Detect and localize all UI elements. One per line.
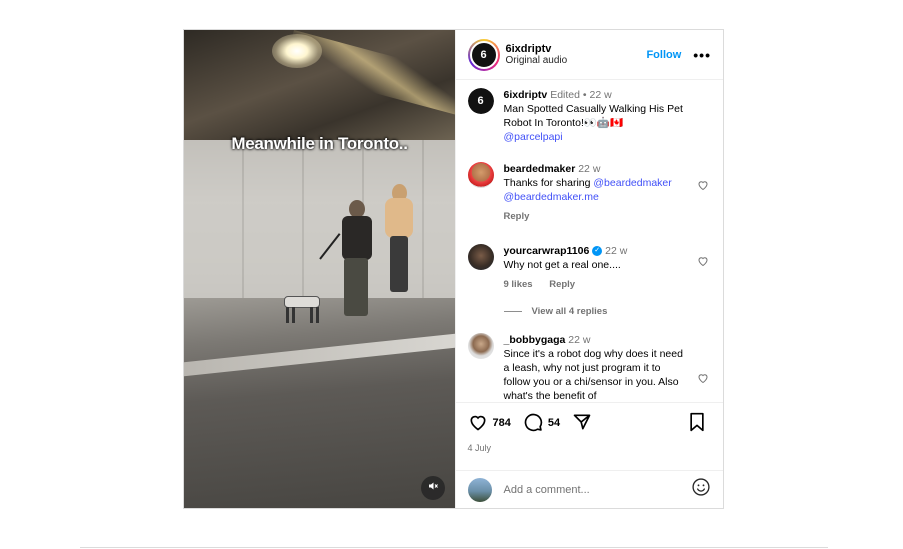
comment-text: Why not get a real one.... xyxy=(503,259,621,271)
video-caption: Meanwhile in Toronto.. xyxy=(231,134,408,153)
comment-text: Since it's a robot dog why does it need … xyxy=(503,348,683,402)
like-comment-heart-icon[interactable] xyxy=(697,178,709,196)
comment-username[interactable]: beardedmaker xyxy=(504,163,576,175)
comment-item: beardedmaker 22 w Thanks for sharing @be… xyxy=(467,162,724,224)
mute-button[interactable] xyxy=(421,476,445,500)
current-user-avatar xyxy=(467,477,492,502)
original-audio-link[interactable]: Original audio xyxy=(506,55,647,67)
save-button[interactable] xyxy=(688,412,711,435)
comments-list[interactable]: 6 6ixdriptv Edited • 22 w Man Spotted Ca… xyxy=(456,80,724,402)
comment-likes-count[interactable]: 9 likes xyxy=(504,279,533,290)
post-video[interactable]: Meanwhile in Toronto.. xyxy=(184,30,455,508)
bookmark-icon xyxy=(688,412,711,435)
verified-badge-icon: ✓ xyxy=(592,246,603,257)
share-button[interactable] xyxy=(572,412,597,435)
comment-username[interactable]: _bobbygaga xyxy=(504,334,566,346)
comment-button[interactable]: 54 xyxy=(523,412,560,435)
add-comment-input[interactable]: Add a comment... xyxy=(504,484,691,496)
like-button[interactable]: 784 xyxy=(468,412,511,435)
page-divider xyxy=(80,547,828,548)
emoji-icon[interactable] xyxy=(691,477,711,502)
author-logo-icon: 6 xyxy=(469,40,498,69)
comment-mention-link[interactable]: @beardedmaker.me xyxy=(504,191,599,203)
video-road xyxy=(184,298,455,508)
caption-separator: • xyxy=(582,89,587,101)
reply-button[interactable]: Reply xyxy=(549,279,575,290)
post-sidebar: 6 6ixdriptv Original audio Follow ••• 6 … xyxy=(454,30,724,508)
comment-text: Thanks for sharing xyxy=(503,177,594,189)
post-date[interactable]: 4 July xyxy=(468,443,711,453)
add-comment-bar: Add a comment... xyxy=(455,470,723,508)
follow-button[interactable]: Follow xyxy=(646,49,681,61)
caption-mention-link[interactable]: @parcelpapi xyxy=(504,131,563,143)
view-replies-label: View all 4 replies xyxy=(531,306,608,317)
author-info: 6ixdriptv Original audio xyxy=(506,43,647,67)
comment-username[interactable]: yourcarwrap1106 xyxy=(504,245,590,257)
author-username[interactable]: 6ixdriptv xyxy=(506,43,647,55)
post-header: 6 6ixdriptv Original audio Follow ••• xyxy=(455,30,723,80)
like-comment-heart-icon[interactable] xyxy=(697,254,709,272)
video-concrete-wall xyxy=(184,140,455,300)
likes-count[interactable]: 784 xyxy=(493,417,511,429)
video-street-light xyxy=(272,34,322,68)
comment-avatar[interactable] xyxy=(467,333,494,359)
comment-item: _bobbygaga 22 w Since it's a robot dog w… xyxy=(467,333,724,402)
comment-bubble-icon xyxy=(523,412,548,435)
author-avatar[interactable]: 6 xyxy=(467,38,500,71)
video-robot-dog xyxy=(280,292,324,324)
comment-item: yourcarwrap1106 ✓ 22 w Why not get a rea… xyxy=(467,244,724,292)
video-woman-figure xyxy=(385,184,413,294)
speaker-muted-icon xyxy=(427,479,439,497)
comments-count: 54 xyxy=(547,417,561,429)
more-options-icon[interactable]: ••• xyxy=(693,47,711,63)
caption-author-avatar[interactable]: 6 xyxy=(467,88,494,114)
comment-avatar[interactable] xyxy=(467,162,494,188)
comment-time: 22 w xyxy=(568,334,591,346)
paper-plane-icon xyxy=(572,412,597,435)
caption-edited: Edited xyxy=(550,89,580,101)
caption-username[interactable]: 6ixdriptv xyxy=(504,89,548,101)
comment-mention-link[interactable]: @beardedmaker xyxy=(593,177,671,189)
caption-text: Man Spotted Casually Walking His Pet Rob… xyxy=(503,103,683,129)
view-replies-button[interactable]: View all 4 replies xyxy=(503,306,724,317)
post-caption: 6 6ixdriptv Edited • 22 w Man Spotted Ca… xyxy=(467,88,724,144)
like-comment-heart-icon[interactable] xyxy=(697,371,709,389)
reply-button[interactable]: Reply xyxy=(504,211,530,222)
caption-time: 22 w xyxy=(589,89,612,101)
heart-icon xyxy=(468,412,493,435)
comment-time: 22 w xyxy=(605,245,628,257)
comment-avatar[interactable] xyxy=(467,244,494,270)
video-man-figure xyxy=(340,200,372,320)
comment-time: 22 w xyxy=(578,163,601,175)
post-card: Meanwhile in Toronto.. 6 6ixdriptv Origi… xyxy=(183,29,724,509)
post-actions: 784 54 4 July xyxy=(455,402,723,472)
